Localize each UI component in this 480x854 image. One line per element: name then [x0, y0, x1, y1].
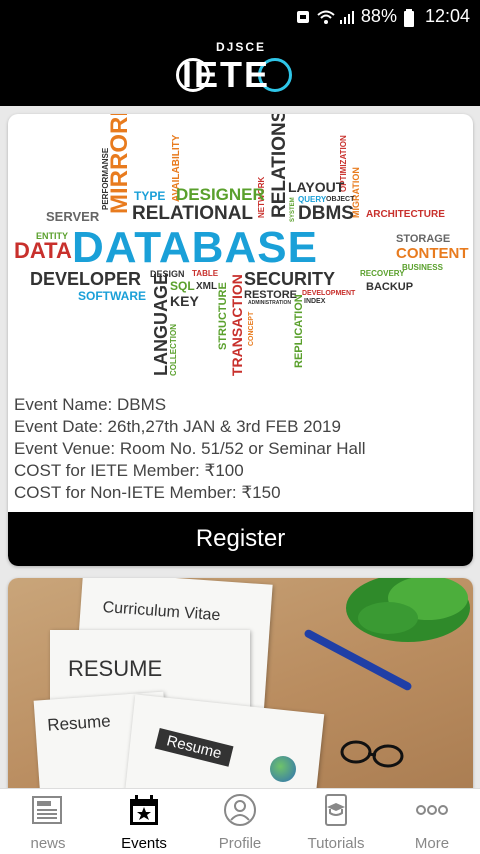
event-member-cost: COST for IETE Member: ₹100 — [14, 461, 244, 480]
event-nonmember-cost: COST for Non-IETE Member: ₹150 — [14, 483, 281, 502]
event-date: Event Date: 26th,27th JAN & 3rd FEB 2019 — [14, 417, 341, 436]
plant-illustration — [346, 578, 470, 642]
tab-events[interactable]: Events — [96, 789, 192, 854]
event-name: Event Name: DBMS — [14, 395, 167, 414]
tab-more-label: More — [414, 835, 450, 852]
signal-icon — [339, 9, 355, 25]
tab-news[interactable]: news — [0, 789, 96, 854]
tab-profile-label: Profile — [218, 835, 262, 852]
calendar-star-icon — [130, 795, 158, 825]
globe-illustration — [270, 756, 296, 782]
event-banner-image: Curriculum Vitae RESUME Resume Resume — [8, 578, 473, 788]
event-banner-image: MIRRORING RELATIONSHIP AVAILABILITY PERF… — [14, 114, 469, 376]
event-details: Event Name: DBMS Event Date: 26th,27th J… — [14, 394, 366, 504]
event-card: Curriculum Vitae RESUME Resume Resume — [8, 578, 473, 788]
event-card: MIRRORING RELATIONSHIP AVAILABILITY PERF… — [8, 114, 473, 566]
more-dots-icon — [416, 805, 448, 815]
app-header: DJSCE IETE — [0, 34, 480, 106]
tab-news-label: news — [30, 835, 66, 852]
tab-tutorials-label: Tutorials — [307, 835, 365, 852]
clock: 12:04 — [424, 6, 470, 26]
person-icon — [224, 794, 256, 826]
bottom-navigation: news Events Profile Tutorials More — [0, 788, 480, 854]
event-venue: Event Venue: Room No. 51/52 or Seminar H… — [14, 439, 366, 458]
status-bar: 88% 12:04 — [0, 0, 480, 34]
battery-icon — [403, 8, 419, 27]
register-button[interactable]: Register — [8, 512, 473, 566]
logo-main-text: IETE — [182, 54, 271, 95]
wifi-icon — [317, 9, 335, 25]
glasses-illustration — [340, 740, 404, 768]
iete-logo: DJSCE IETE — [176, 38, 306, 102]
notification-icon — [295, 9, 311, 25]
tab-profile[interactable]: Profile — [192, 789, 288, 854]
events-list[interactable]: MIRRORING RELATIONSHIP AVAILABILITY PERF… — [0, 106, 480, 788]
battery-percent: 88% — [360, 6, 397, 26]
logo-top-text: DJSCE — [216, 40, 267, 54]
newspaper-icon — [32, 796, 62, 824]
tab-tutorials[interactable]: Tutorials — [288, 789, 384, 854]
tab-events-label: Events — [121, 835, 167, 852]
tablet-graduation-icon — [325, 794, 347, 826]
tab-more[interactable]: More — [384, 789, 480, 854]
